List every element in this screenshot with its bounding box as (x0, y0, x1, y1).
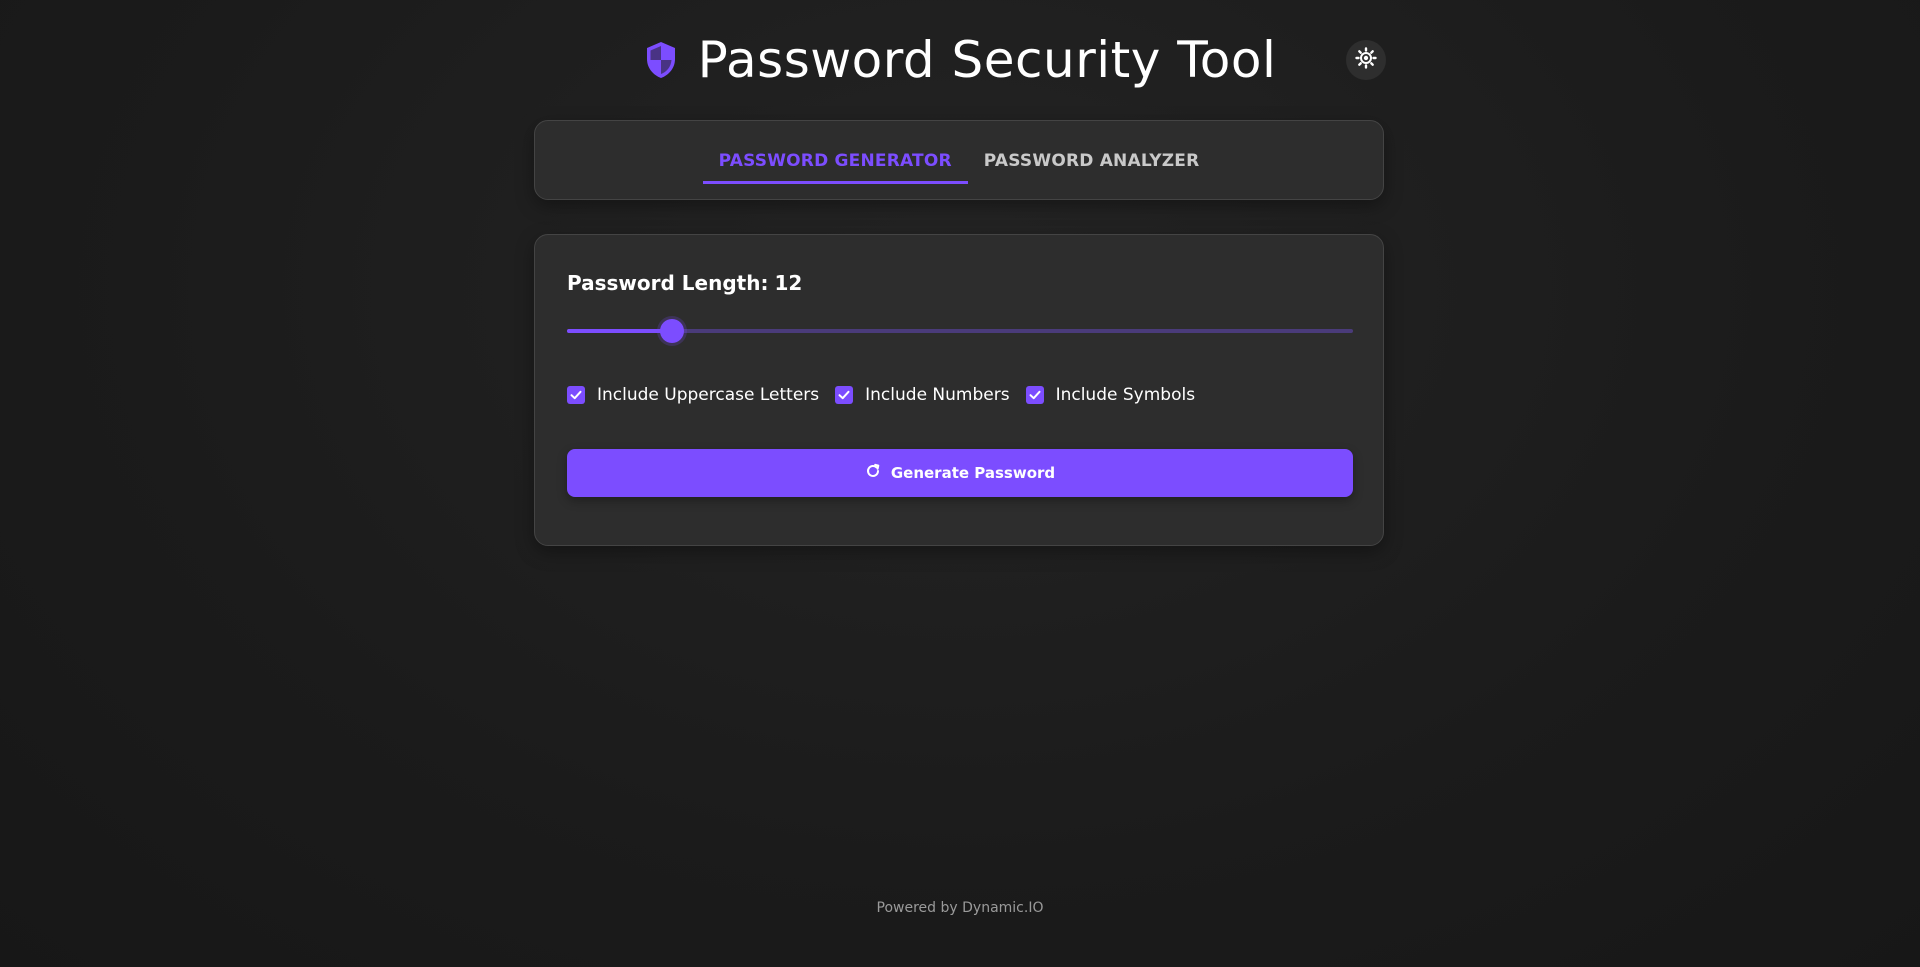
shield-icon (644, 40, 678, 80)
slider-thumb[interactable] (660, 319, 684, 343)
generate-password-label: Generate Password (890, 464, 1056, 482)
footer-text: Powered by Dynamic.IO (876, 900, 1044, 916)
slider-fill (567, 329, 672, 333)
app-header: Password Security Tool (0, 28, 1920, 92)
generate-password-button[interactable]: Generate Password (567, 449, 1353, 497)
tab-card: PASSWORD GENERATOR PASSWORD ANALYZER (534, 120, 1384, 200)
tab-password-generator[interactable]: PASSWORD GENERATOR (702, 121, 968, 184)
generator-card: Password Length: 12 Include Uppercase Le… (534, 234, 1384, 546)
numbers-label: Include Numbers (865, 385, 1010, 405)
password-length-slider[interactable] (567, 319, 1353, 343)
theme-toggle-button[interactable] (1346, 40, 1386, 80)
symbols-label: Include Symbols (1055, 385, 1196, 405)
tab-bar: PASSWORD GENERATOR PASSWORD ANALYZER (535, 121, 1383, 199)
numbers-checkbox[interactable] (835, 386, 854, 404)
password-length-label: Password Length: 12 (567, 271, 802, 295)
sun-icon (1355, 47, 1377, 73)
refresh-icon (865, 463, 881, 483)
page-title: Password Security Tool (697, 31, 1277, 89)
header-title-group: Password Security Tool (644, 31, 1277, 89)
password-length-value: 12 (774, 271, 803, 295)
option-symbols[interactable]: Include Symbols (1025, 385, 1196, 405)
option-numbers[interactable]: Include Numbers (835, 385, 1010, 405)
password-options: Include Uppercase Letters Include Number… (567, 385, 1195, 405)
slider-track (567, 329, 1353, 333)
tab-password-analyzer[interactable]: PASSWORD ANALYZER (968, 121, 1216, 183)
uppercase-label: Include Uppercase Letters (597, 385, 820, 405)
uppercase-checkbox[interactable] (567, 386, 585, 404)
option-uppercase[interactable]: Include Uppercase Letters (567, 385, 819, 405)
symbols-checkbox[interactable] (1025, 386, 1044, 404)
password-length-text: Password Length: (567, 271, 769, 295)
